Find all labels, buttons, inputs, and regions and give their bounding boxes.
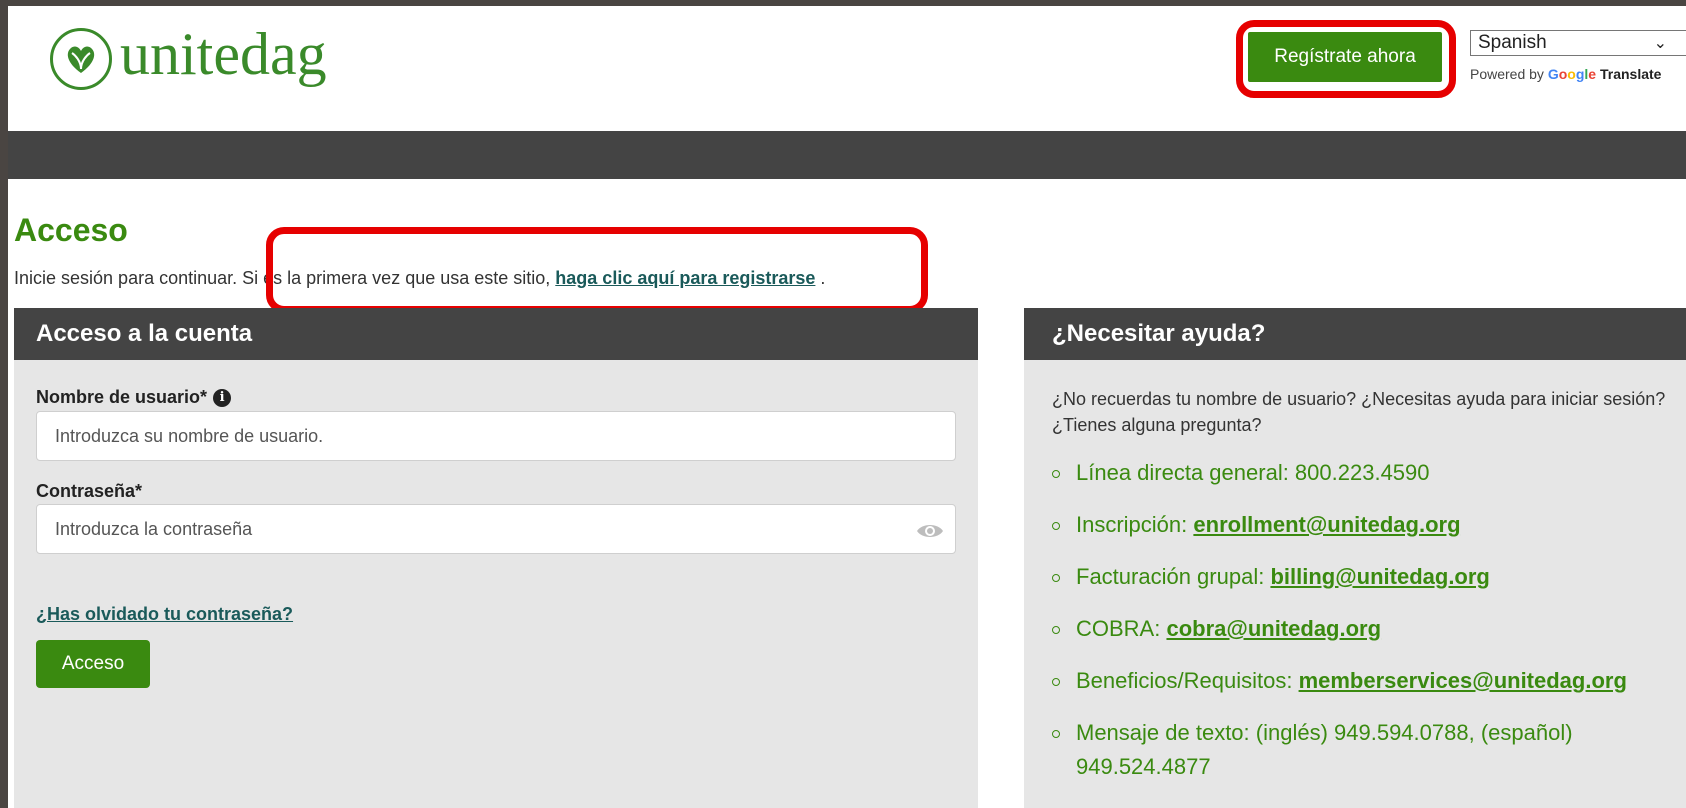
- help-item-label: COBRA:: [1076, 616, 1167, 641]
- nav-bar: [8, 131, 1686, 179]
- username-label-text: Nombre de usuario*: [36, 387, 208, 407]
- help-description: ¿No recuerdas tu nombre de usuario? ¿Nec…: [1052, 389, 1666, 435]
- chevron-down-icon: ⌄: [1653, 35, 1667, 52]
- bullet-icon: [1052, 626, 1060, 634]
- cobra-email-link[interactable]: cobra@unitedag.org: [1166, 616, 1381, 641]
- powered-by-text: Powered by: [1470, 66, 1544, 82]
- powered-by-google-translate: Powered by Google Translate: [1470, 66, 1661, 82]
- forgot-password-link[interactable]: ¿Has olvidado tu contraseña?: [36, 604, 293, 625]
- site-header: unitedag Regístrate ahora Spanish ⌄ Powe…: [8, 6, 1686, 122]
- page-title: Acceso: [14, 212, 128, 248]
- login-panel-title: Acceso a la cuenta: [14, 308, 978, 360]
- intro-prefix: Inicie sesión para continuar.: [14, 268, 238, 288]
- list-item: Beneficios/Requisitos: memberservices@un…: [1052, 664, 1672, 698]
- bullet-icon: [1052, 522, 1060, 530]
- memberservices-email-link[interactable]: memberservices@unitedag.org: [1299, 668, 1627, 693]
- username-input[interactable]: [36, 411, 956, 461]
- bullet-icon: [1052, 574, 1060, 582]
- help-panel-title: ¿Necesitar ayuda?: [1024, 308, 1686, 360]
- password-label-text: Contraseña*: [36, 481, 143, 501]
- list-item: Inscripción: enrollment@unitedag.org: [1052, 508, 1672, 542]
- google-logo: Google: [1547, 66, 1597, 82]
- help-list: Línea directa general: 800.223.4590 Insc…: [1052, 456, 1672, 802]
- username-label: Nombre de usuario* i: [36, 387, 232, 408]
- list-item: Línea directa general: 800.223.4590: [1052, 456, 1672, 490]
- help-panel: ¿Necesitar ayuda? ¿No recuerdas tu nombr…: [1024, 308, 1686, 808]
- intro-text: Inicie sesión para continuar. Si es la p…: [14, 268, 825, 289]
- leaf-heart-icon: [50, 28, 112, 90]
- help-item-label: Beneficios/Requisitos:: [1076, 668, 1299, 693]
- bullet-icon: [1052, 678, 1060, 686]
- bullet-icon: [1052, 730, 1060, 738]
- logo-text: unitedag: [120, 21, 327, 87]
- help-item-label: Facturación grupal:: [1076, 564, 1271, 589]
- login-button[interactable]: Acceso: [36, 640, 150, 688]
- intro-suffix: .: [815, 268, 826, 288]
- eye-icon[interactable]: [916, 522, 944, 540]
- login-panel: Acceso a la cuenta: [14, 308, 978, 808]
- logo[interactable]: unitedag: [50, 24, 327, 90]
- billing-email-link[interactable]: billing@unitedag.org: [1270, 564, 1489, 589]
- enrollment-email-link[interactable]: enrollment@unitedag.org: [1193, 512, 1460, 537]
- language-select[interactable]: Spanish ⌄: [1470, 30, 1686, 56]
- page: unitedag Regístrate ahora Spanish ⌄ Powe…: [8, 6, 1686, 808]
- register-link[interactable]: haga clic aquí para registrarse: [555, 268, 815, 288]
- password-label: Contraseña*: [36, 481, 142, 502]
- help-item-label: Mensaje de texto: (inglés) 949.594.0788,…: [1076, 720, 1573, 779]
- translate-link[interactable]: Translate: [1600, 66, 1661, 82]
- help-item-label: Inscripción:: [1076, 512, 1194, 537]
- password-input[interactable]: [36, 504, 956, 554]
- intro-middle: Si es la primera vez que usa este sitio,: [237, 268, 556, 288]
- register-now-button[interactable]: Regístrate ahora: [1248, 32, 1442, 82]
- bullet-icon: [1052, 470, 1060, 478]
- list-item: COBRA: cobra@unitedag.org: [1052, 612, 1672, 646]
- list-item: Mensaje de texto: (inglés) 949.594.0788,…: [1052, 716, 1672, 784]
- info-icon[interactable]: i: [213, 388, 232, 407]
- language-selected: Spanish: [1478, 32, 1547, 53]
- list-item: Facturación grupal: billing@unitedag.org: [1052, 560, 1672, 594]
- help-item-label: Línea directa general: 800.223.4590: [1076, 460, 1430, 485]
